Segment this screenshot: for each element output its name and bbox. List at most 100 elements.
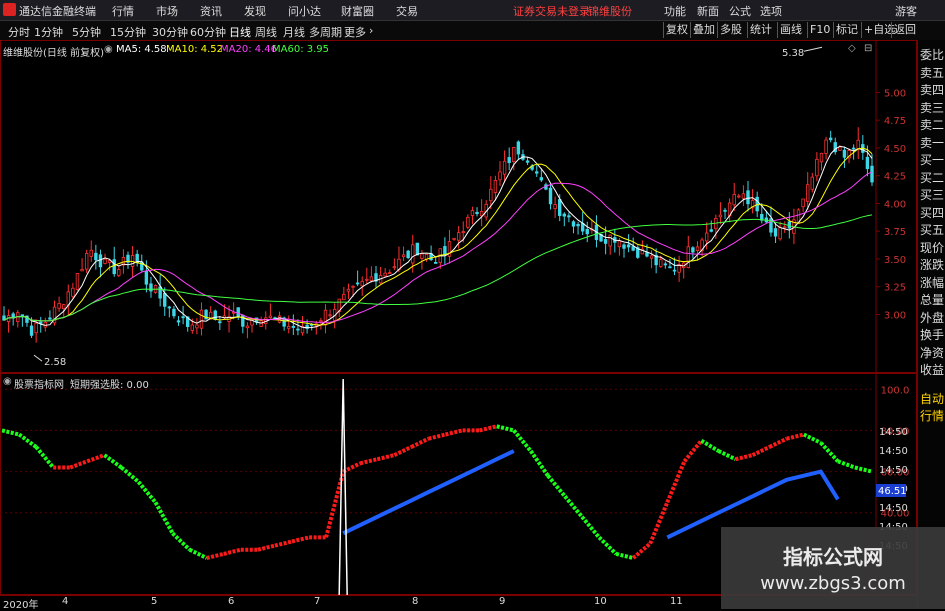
menu-formula[interactable]: 公式: [729, 3, 751, 19]
user-guest[interactable]: 游客: [895, 3, 917, 19]
x-tick: 10: [594, 596, 607, 607]
chevron-right-icon[interactable]: ›: [369, 24, 373, 37]
menu-market[interactable]: 市场: [156, 3, 178, 19]
candle-body: [411, 244, 415, 264]
back-button[interactable]: 返回: [891, 22, 918, 38]
indicator-side-value: 14:50: [879, 503, 908, 514]
candle-body: [48, 317, 52, 320]
candle-body: [535, 171, 539, 174]
stats-button[interactable]: 统计: [747, 22, 774, 38]
candle-body: [622, 244, 626, 249]
candle-body: [328, 314, 332, 317]
period-toolbar: 分时 1分钟 5分钟 15分钟 30分钟 60分钟 日线 周线 月线 多周期 更…: [0, 21, 945, 41]
indicator-settings-icon[interactable]: ◉: [3, 376, 12, 387]
oscillator-segment: [34, 445, 55, 469]
candle-body: [475, 211, 479, 215]
x-tick: 7: [314, 596, 321, 607]
menu-ask[interactable]: 问小达: [288, 3, 321, 19]
multi-stock-button[interactable]: 多股: [717, 22, 744, 38]
period-more[interactable]: 更多: [344, 24, 366, 40]
menu-wealth[interactable]: 财富圈: [341, 3, 374, 19]
side-panel-item[interactable]: 自动: [920, 392, 944, 407]
oscillator-segment: [1, 428, 20, 437]
side-panel-item: 卖三: [920, 100, 945, 115]
y-tick-label: 4.50: [884, 144, 906, 155]
period-daily[interactable]: 日线: [229, 24, 251, 40]
candle-body: [580, 223, 585, 232]
ma60-legend: MA60: 3.95: [272, 44, 330, 55]
oscillator-segment: [615, 551, 634, 560]
oscillator-segment: [188, 547, 208, 560]
candle-body: [585, 228, 589, 235]
oscillator-segment: [512, 429, 533, 453]
period-15min[interactable]: 15分钟: [110, 24, 146, 40]
collapse-icon[interactable]: ⊟: [864, 43, 872, 54]
candle-body: [236, 307, 240, 317]
menu-quotes[interactable]: 行情: [112, 3, 134, 19]
candle-body: [259, 320, 263, 327]
candle-body: [360, 281, 364, 287]
settings-icon[interactable]: ◉: [104, 44, 113, 55]
kline-chart[interactable]: 5.00 4.75 4.50 4.25 4.00 3.75 3.50 3.25 3.00 5.38…: [0, 40, 917, 373]
menu-trade[interactable]: 交易: [396, 3, 418, 19]
high-marker-label: 5.38: [782, 48, 804, 59]
menu-function[interactable]: 功能: [664, 3, 686, 19]
oscillator-segment: [854, 465, 873, 474]
menu-options[interactable]: 选项: [760, 3, 782, 19]
period-60min[interactable]: 60分钟: [190, 24, 226, 40]
candle-body: [181, 316, 185, 319]
draw-button[interactable]: 画线: [777, 22, 804, 38]
candle-body: [420, 253, 424, 259]
diamond-icon[interactable]: ◇: [848, 43, 856, 54]
mark-button[interactable]: 标记: [833, 22, 860, 38]
oscillator-segment: [410, 436, 430, 449]
period-30min[interactable]: 30分钟: [152, 24, 188, 40]
oscillator-segment: [802, 432, 822, 445]
adjust-button[interactable]: 复权: [663, 22, 690, 38]
period-monthly[interactable]: 月线: [283, 24, 305, 40]
candle-body: [176, 320, 181, 323]
side-panel-item[interactable]: 行情: [920, 409, 944, 424]
candle-body: [296, 328, 300, 331]
candle-body: [401, 254, 406, 258]
candle-body: [525, 160, 530, 163]
menu-discover[interactable]: 发现: [244, 3, 266, 19]
login-notice[interactable]: 证券交易未登录: [513, 3, 590, 19]
x-tick: 8: [412, 596, 419, 607]
period-multi[interactable]: 多周期: [309, 24, 342, 40]
oscillator-segment: [768, 436, 788, 449]
candle-body: [746, 190, 750, 205]
candle-body: [369, 276, 374, 282]
menu-layout[interactable]: 新面: [697, 3, 719, 19]
period-1min[interactable]: 1分钟: [34, 24, 63, 40]
top-stock-name: 锦维股份: [588, 5, 632, 18]
menu-news[interactable]: 资讯: [200, 3, 222, 19]
oscillator-segment: [291, 535, 310, 544]
overlay-button[interactable]: 叠加: [690, 22, 717, 38]
blue-value-label: 46.51: [878, 486, 907, 497]
menu-bar: 通达信金融终端 行情 市场 资讯 发现 问小达 财富圈 交易 证券交易未登录 锦…: [0, 0, 945, 21]
x-tick: 11: [670, 596, 683, 607]
period-5min[interactable]: 5分钟: [72, 24, 101, 40]
candle-body: [218, 321, 222, 324]
side-panel-item: 现价: [920, 240, 945, 255]
side-panel-item: 卖二: [920, 118, 945, 132]
period-timeshare[interactable]: 分时: [8, 24, 30, 40]
candle-body: [392, 266, 397, 269]
low-marker-label: 2.58: [44, 357, 66, 368]
oscillator-segment: [17, 432, 38, 449]
candle-body: [355, 282, 360, 285]
period-weekly[interactable]: 周线: [255, 24, 277, 40]
candle-body: [851, 147, 856, 150]
candle-body: [773, 228, 778, 237]
f10-button[interactable]: F10: [807, 22, 832, 38]
chart-frame: [0, 40, 917, 373]
oscillator-segment: [479, 424, 498, 433]
candle-body: [443, 246, 447, 255]
candle-body: [806, 184, 810, 202]
candle-body: [778, 227, 782, 240]
side-panel-item: 卖一: [920, 135, 945, 150]
candle-body: [456, 232, 461, 241]
side-panel-item: 卖五: [920, 65, 945, 80]
candle-body: [626, 244, 631, 248]
